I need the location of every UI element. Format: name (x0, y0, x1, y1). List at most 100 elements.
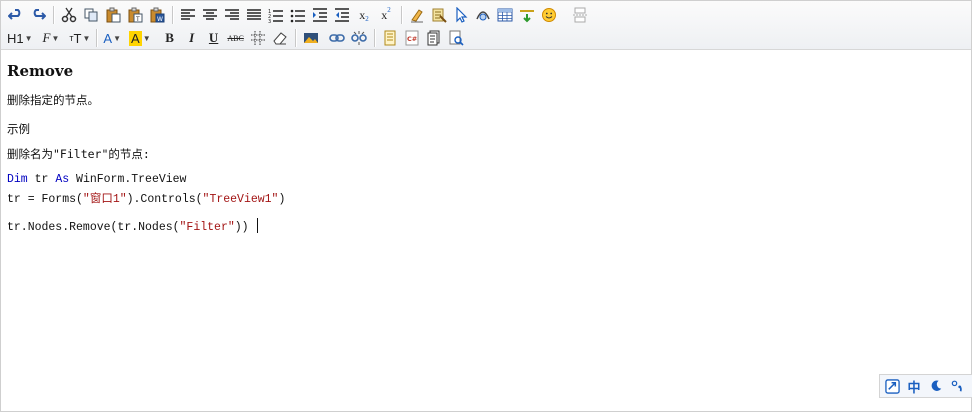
cursor-icon[interactable] (450, 5, 472, 25)
code-string: "窗口1" (82, 193, 127, 206)
outdent-icon[interactable] (331, 5, 353, 25)
underline-button[interactable]: U (203, 28, 225, 48)
preview-icon[interactable] (445, 28, 467, 48)
toolbar-separator (96, 29, 98, 47)
copy-icon[interactable] (80, 5, 102, 25)
strikethrough-label: ABC (227, 33, 244, 43)
highlight-color-dropdown[interactable]: A ▼ (127, 28, 153, 48)
chevron-down-icon: ▼ (82, 33, 91, 43)
svg-text:3: 3 (268, 19, 271, 23)
italic-label: I (189, 30, 195, 45)
paste-icon[interactable] (102, 5, 124, 25)
document-icon[interactable] (379, 28, 401, 48)
superscript-small-label: 2 (387, 6, 391, 14)
chevron-down-icon: ▼ (51, 33, 60, 43)
code-text: ).Controls( (126, 193, 203, 206)
toolbar-separator (53, 6, 54, 24)
font-family-label: F (42, 30, 51, 45)
cut-icon[interactable] (58, 5, 80, 25)
code-line-3: tr.Nodes.Remove(tr.Nodes("Filter")) (7, 218, 971, 236)
heading-dropdown[interactable]: H1 ▼ (5, 28, 35, 48)
ime-mode-indicator[interactable]: 中 (906, 378, 922, 396)
text-cursor (256, 218, 258, 233)
example-heading: 示例 (7, 122, 30, 136)
chevron-down-icon: ▼ (142, 33, 151, 43)
code-keyword: As (55, 173, 70, 186)
toolbar-separator (172, 6, 173, 24)
emoticon-icon[interactable] (538, 5, 560, 25)
bold-label: B (165, 30, 174, 45)
font-color-icon: A (103, 30, 113, 46)
redo-icon[interactable] (27, 5, 49, 25)
unlink-icon[interactable] (348, 28, 370, 48)
example-description: 删除名为"Filter"的节点: (7, 147, 150, 161)
paste-word-icon[interactable]: W (146, 5, 168, 25)
highlight-color-icon: A (129, 30, 142, 46)
image-map-icon[interactable] (472, 5, 494, 25)
underline-label: U (208, 30, 219, 45)
indent-icon[interactable] (309, 5, 331, 25)
code-line-2: tr = Forms("窗口1").Controls("TreeView1") (7, 192, 971, 208)
insert-line-icon[interactable] (516, 5, 538, 25)
ordered-list-icon[interactable]: 123 (265, 5, 287, 25)
doc-description: 删除指定的节点。 (7, 93, 99, 107)
subscript-icon[interactable]: x2 (353, 5, 375, 25)
font-size-label: T (73, 30, 82, 46)
svg-text:W: W (157, 16, 163, 23)
code-text: tr.Nodes.Remove(tr.Nodes( (7, 221, 180, 234)
align-justify-icon[interactable] (243, 5, 265, 25)
editor-toolbar: T W 123 x 2 x 2 H1 ▼ F ▼ т T ▼ A ▼ A ▼ B… (1, 1, 971, 50)
select-all-icon[interactable] (428, 5, 450, 25)
toolbar-row-2: H1 ▼ F ▼ т T ▼ A ▼ A ▼ B I U ABC C# (5, 27, 467, 49)
toolbar-separator (294, 29, 296, 47)
template-icon[interactable] (423, 28, 445, 48)
code-string: "TreeView1" (202, 193, 279, 206)
subscript-small-label: 2 (365, 15, 369, 23)
rich-text-editor: T W 123 x 2 x 2 H1 ▼ F ▼ т T ▼ A ▼ A ▼ B… (0, 0, 972, 412)
bold-button[interactable]: B (159, 28, 181, 48)
code-keyword: Dim (7, 173, 28, 186)
undo-icon[interactable] (5, 5, 27, 25)
code-text: tr (27, 173, 56, 186)
punctuation-icon[interactable] (950, 378, 966, 394)
align-right-icon[interactable] (221, 5, 243, 25)
code-text: WinForm.TreeView (69, 173, 187, 186)
superscript-icon[interactable]: x2 (375, 5, 397, 25)
svg-text:C#: C# (407, 35, 417, 43)
insert-image-icon[interactable] (300, 28, 322, 48)
link-icon[interactable] (326, 28, 348, 48)
eraser-icon[interactable] (269, 28, 291, 48)
unordered-list-icon[interactable] (287, 5, 309, 25)
italic-button[interactable]: I (181, 28, 203, 48)
table-icon[interactable] (494, 5, 516, 25)
align-center-icon[interactable] (199, 5, 221, 25)
code-text: )) (234, 221, 249, 234)
doc-title: Remove (7, 62, 74, 80)
code-line-1: Dim tr As WinForm.TreeView (7, 172, 971, 188)
toolbar-separator (373, 29, 375, 47)
ime-switch-icon[interactable] (884, 378, 900, 394)
csharp-code-icon[interactable]: C# (401, 28, 423, 48)
editor-content[interactable]: Remove 删除指定的节点。 示例 删除名为"Filter"的节点: Dim … (7, 59, 971, 236)
align-left-icon[interactable] (177, 5, 199, 25)
clear-format-icon[interactable] (406, 5, 428, 25)
toolbar-separator (401, 6, 402, 24)
paste-text-icon[interactable]: T (124, 5, 146, 25)
toolbar-row-1: T W 123 x 2 x 2 (5, 4, 591, 26)
svg-text:T: T (135, 16, 140, 23)
font-family-dropdown[interactable]: F ▼ (41, 28, 62, 48)
font-color-dropdown[interactable]: A ▼ (101, 28, 123, 48)
heading-label: H1 (7, 30, 24, 46)
chevron-down-icon: ▼ (24, 33, 33, 43)
strikethrough-button[interactable]: ABC (225, 28, 247, 48)
toolbar-separator (564, 6, 565, 24)
code-text: tr = Forms( (7, 193, 83, 206)
chevron-down-icon: ▼ (113, 33, 122, 43)
border-icon[interactable] (247, 28, 269, 48)
code-string: "Filter" (179, 221, 235, 234)
half-width-moon-icon[interactable] (928, 378, 944, 394)
input-method-bar: 中 (879, 374, 972, 398)
page-break-icon[interactable] (569, 5, 591, 25)
code-text: ) (278, 193, 286, 206)
font-size-dropdown[interactable]: т T ▼ (67, 28, 92, 48)
